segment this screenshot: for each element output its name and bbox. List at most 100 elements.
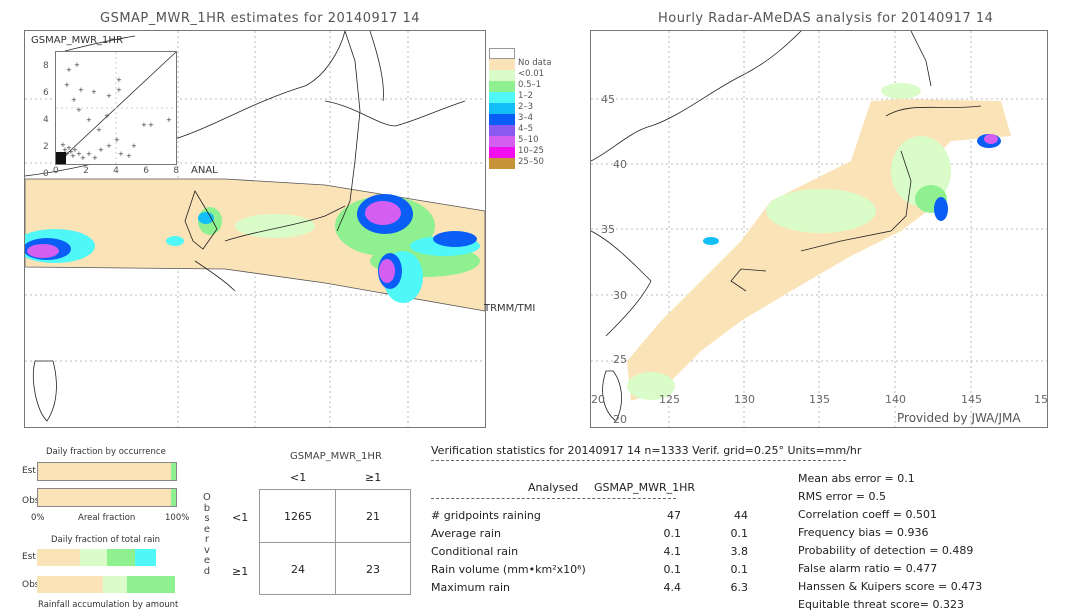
verification-score: RMS error = 0.5 (798, 490, 886, 503)
side-label-char: O (203, 492, 211, 503)
scatter-point: + (131, 142, 137, 150)
legend-swatch (489, 103, 515, 114)
verification-gsmap: 0.1 (730, 527, 749, 540)
right-map-title: Hourly Radar-AMeDAS analysis for 2014091… (658, 11, 994, 26)
total-rain-title: Daily fraction of total rain (51, 535, 161, 545)
verification-label: Rain volume (mm•km²x10⁶) (431, 563, 586, 576)
legend-label: 0.5–1 (518, 80, 542, 90)
radar-coverage (627, 99, 1011, 401)
legend-label: No data (518, 58, 552, 68)
occurrence-obs-bar (37, 488, 177, 507)
color-legend: No data <0.01 0.5–1 1–2 2–3 3–4 4–5 5–10 10–25 25… (489, 48, 559, 198)
side-label-char: d (203, 565, 211, 577)
lat-label: 25 (613, 353, 627, 366)
scatter-point: + (96, 126, 102, 134)
occurrence-segment (38, 463, 172, 480)
legend-swatch (489, 59, 515, 70)
verification-label: # gridpoints raining (431, 509, 541, 522)
legend-label: 10–25 (518, 146, 544, 156)
scatter-x-tick: 8 (173, 166, 179, 176)
estimate-map: GSMAP_MWR_1HR + + + + + + + + + + + + + + + + + + + + + + + + + +… (24, 30, 486, 428)
scatter-y-tick: 0 (43, 169, 49, 179)
total-rain-est-label: Est (22, 552, 36, 562)
occurrence-axis-left: 0% (31, 513, 45, 523)
occurrence-axis-right: 100% (165, 513, 190, 523)
scatter-y-tick: 4 (43, 115, 49, 125)
verification-analysed: 0.1 (663, 527, 682, 540)
lat-label: 35 (601, 223, 615, 236)
scatter-y-tick: 6 (43, 88, 49, 98)
side-label-char: s (204, 513, 210, 524)
occurrence-segment (171, 463, 176, 480)
verification-score: Hanssen & Kuipers score = 0.473 (798, 580, 983, 593)
legend-swatch (489, 70, 515, 81)
contingency-row-label: <1 (232, 511, 249, 524)
verification-score: Mean abs error = 0.1 (798, 472, 915, 485)
legend-swatch (489, 92, 515, 103)
verification-analysed: 47 (667, 509, 681, 522)
col-header-gsmap: GSMAP_MWR_1HR (594, 481, 696, 494)
legend-label: 25–50 (518, 157, 544, 167)
contingency-col-label: <1 (290, 471, 307, 484)
lat-label: 45 (601, 93, 615, 106)
divider (431, 460, 846, 461)
scatter-point: + (78, 86, 84, 94)
total-rain-segment (37, 576, 104, 593)
left-map-title: GSMAP_MWR_1HR estimates for 20140917 14 (100, 11, 421, 26)
legend-label: 4–5 (518, 124, 534, 134)
lon-label: 130 (734, 393, 755, 406)
legend-label: 2–3 (518, 102, 534, 112)
verification-analysed: 4.4 (663, 581, 682, 594)
scatter-point: + (76, 106, 82, 114)
scatter-x-tick: 6 (143, 166, 149, 176)
total-rain-segment (79, 549, 108, 566)
verification-label: Average rain (431, 527, 501, 540)
total-rain-segment (107, 549, 135, 566)
scatter-x-tick: 2 (83, 166, 89, 176)
legend-swatch (489, 125, 515, 136)
total-rain-segment (134, 549, 156, 566)
scatter-point: + (116, 86, 122, 94)
occurrence-est-label: Est (22, 466, 36, 476)
lat-label: 30 (613, 289, 627, 302)
lon-label: 140 (885, 393, 906, 406)
contingency-row-label: ≥1 (232, 565, 249, 578)
observed-side-label: Observed (203, 492, 211, 577)
scatter-point-cluster (56, 152, 66, 164)
lon-label: 20 (591, 393, 605, 406)
col-header-analysed: Analysed (528, 481, 579, 494)
scatter-point: + (116, 76, 122, 84)
legend-item: 25–50 (489, 157, 559, 169)
legend-swatch (489, 136, 515, 147)
side-label-char: r (204, 534, 209, 545)
scatter-y-tick: 2 (43, 142, 49, 152)
scatter-point: + (104, 112, 110, 120)
verification-gsmap: 44 (734, 509, 748, 522)
scatter-point: + (118, 150, 124, 158)
divider (431, 498, 676, 499)
legend-swatch (489, 147, 515, 158)
legend-label: <0.01 (518, 69, 545, 79)
lat-label: 20 (613, 413, 627, 426)
lon-label: 135 (809, 393, 830, 406)
scatter-x-ticks: 0 2 4 6 8 (53, 166, 179, 176)
radar-map-canvas (591, 31, 1047, 427)
verification-analysed: 0.1 (663, 563, 682, 576)
contingency-cell: 24 (291, 562, 305, 576)
scatter-point: + (64, 81, 70, 89)
scatter-point: + (166, 116, 172, 124)
verification-scores: Mean abs error = 0.1 RMS error = 0.5 Corre… (798, 472, 982, 616)
legend-swatch (489, 158, 515, 169)
side-label-char: e (203, 555, 211, 566)
lon-label: 145 (961, 393, 982, 406)
verification-row: Maximum rain 4.4 6.3 (431, 581, 761, 599)
scatter-point: + (126, 152, 132, 160)
legend-swatch (489, 48, 515, 59)
scatter-x-tick: 4 (113, 166, 119, 176)
scatter-point: + (114, 136, 120, 144)
verification-score: False alarm ratio = 0.477 (798, 562, 938, 575)
legend-swatch (489, 114, 515, 125)
contingency-cell: 23 (366, 562, 380, 576)
total-rain-segment (37, 549, 80, 566)
occurrence-segment (38, 489, 172, 506)
